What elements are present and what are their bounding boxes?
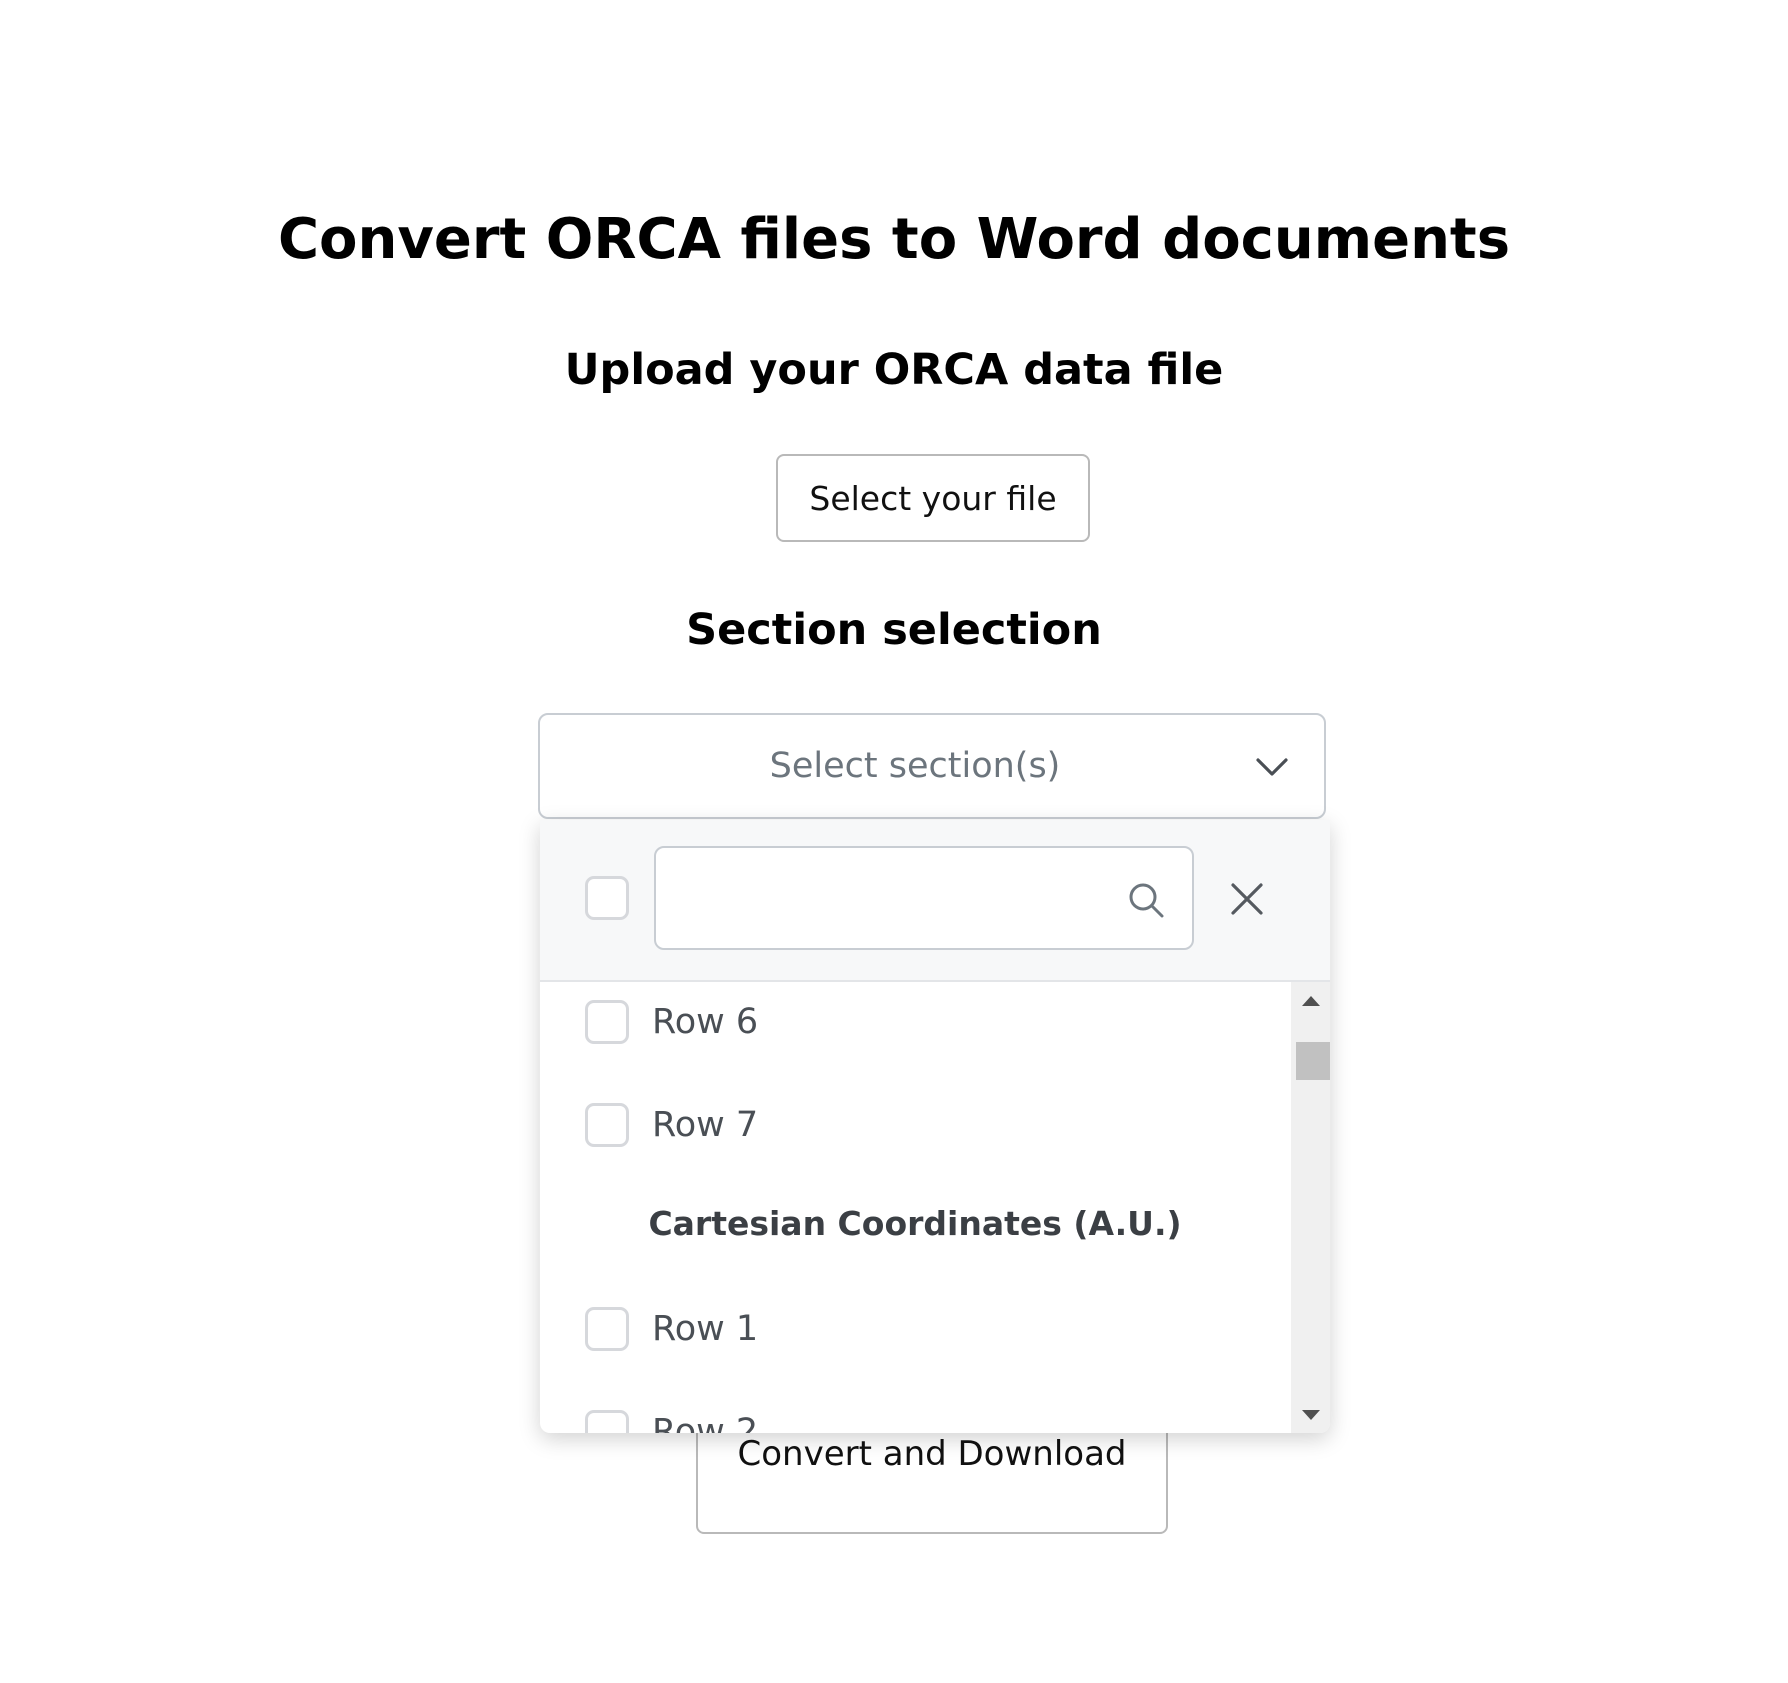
option-label: Row 2 (652, 1412, 759, 1433)
select-file-button[interactable]: Select your file (776, 454, 1090, 542)
option-label: Row 6 (652, 1002, 759, 1042)
scroll-down-arrow-icon[interactable] (1302, 1410, 1320, 1420)
option-group-label: Cartesian Coordinates (A.U.) (648, 1204, 1182, 1243)
section-dropdown-menu: Row 6 Row 7 Cartesian Coordinates (A.U.)… (540, 820, 1330, 1433)
section-heading: Section selection (686, 605, 1102, 655)
list-item[interactable]: Row 6 (540, 982, 1290, 1072)
search-input[interactable] (656, 848, 1096, 948)
list-item[interactable]: Row 2 (540, 1382, 1290, 1433)
section-select[interactable]: Select section(s) (538, 713, 1326, 819)
option-checkbox[interactable] (585, 1410, 629, 1433)
search-icon (1129, 883, 1164, 918)
dropdown-options-list: Row 6 Row 7 Cartesian Coordinates (A.U.)… (540, 982, 1290, 1433)
close-icon[interactable] (1230, 882, 1264, 916)
option-checkbox[interactable] (585, 1307, 629, 1351)
chevron-down-icon[interactable] (1252, 747, 1292, 787)
section-select-placeholder: Select section(s) (769, 746, 1061, 786)
option-checkbox[interactable] (585, 1103, 629, 1147)
search-box[interactable] (654, 846, 1194, 950)
list-item[interactable]: Row 1 (540, 1279, 1290, 1379)
option-label: Row 1 (652, 1309, 759, 1349)
scroll-up-arrow-icon[interactable] (1302, 996, 1320, 1006)
list-item[interactable]: Row 7 (540, 1075, 1290, 1175)
option-checkbox[interactable] (585, 1000, 629, 1044)
page: Convert ORCA files to Word documents Upl… (0, 0, 1788, 1683)
scroll-thumb[interactable] (1296, 1042, 1330, 1080)
select-all-checkbox[interactable] (585, 876, 629, 920)
option-label: Row 7 (652, 1105, 759, 1145)
scrollbar[interactable] (1291, 982, 1330, 1433)
upload-heading: Upload your ORCA data file (564, 345, 1224, 395)
dropdown-header (540, 820, 1330, 982)
page-title: Convert ORCA files to Word documents (277, 207, 1511, 272)
